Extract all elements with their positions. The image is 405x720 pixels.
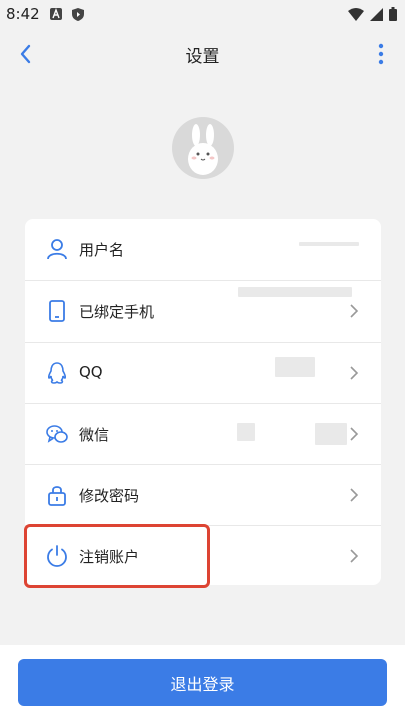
settings-item-label: 用户名 [79, 241, 125, 259]
chevron-right-icon [350, 366, 359, 380]
page-title: 设置 [185, 47, 220, 67]
settings-item-change-password[interactable]: 修改密码 [25, 465, 381, 526]
rabbit-avatar-icon [188, 124, 218, 175]
app-header: 设置 [0, 28, 405, 80]
redacted-value [238, 287, 352, 297]
status-bar: 8:42 [0, 0, 405, 28]
cellular-signal-icon [370, 7, 383, 21]
redacted-value [275, 357, 315, 377]
settings-item-label: 修改密码 [79, 487, 140, 505]
settings-item-wechat[interactable]: 微信 [25, 404, 381, 465]
chevron-right-icon [350, 427, 359, 441]
qq-icon [47, 362, 67, 384]
more-options-icon[interactable] [377, 43, 385, 65]
settings-item-qq[interactable]: QQ [25, 343, 381, 404]
redacted-value [237, 423, 255, 441]
settings-item-label: QQ [79, 363, 103, 381]
settings-item-label: 注销账户 [79, 548, 140, 566]
logout-button[interactable]: 退出登录 [18, 659, 387, 706]
notification-a-icon [49, 8, 62, 20]
chevron-right-icon [350, 304, 359, 318]
lock-icon [48, 486, 66, 506]
redacted-value [315, 423, 347, 445]
wechat-icon [46, 425, 68, 443]
settings-item-label: 已绑定手机 [79, 303, 155, 321]
user-icon [47, 239, 67, 260]
settings-item-phone[interactable]: 已绑定手机 [25, 281, 381, 342]
chevron-right-icon [350, 488, 359, 502]
chevron-right-icon [350, 549, 359, 563]
settings-item-username[interactable]: 用户名 [25, 219, 381, 280]
avatar[interactable] [172, 117, 234, 179]
settings-item-label: 微信 [79, 426, 110, 444]
phone-icon [49, 300, 65, 322]
battery-icon [389, 7, 397, 21]
settings-item-delete-account[interactable]: 注销账户 [25, 526, 381, 585]
wifi-icon [348, 7, 364, 21]
status-time: 8:42 [6, 5, 40, 23]
power-icon [47, 545, 67, 567]
shield-play-icon [71, 7, 84, 21]
settings-card: 用户名 已绑定手机 QQ 微信 修改密码 注销账户 [25, 219, 381, 585]
redacted-value [299, 242, 359, 246]
